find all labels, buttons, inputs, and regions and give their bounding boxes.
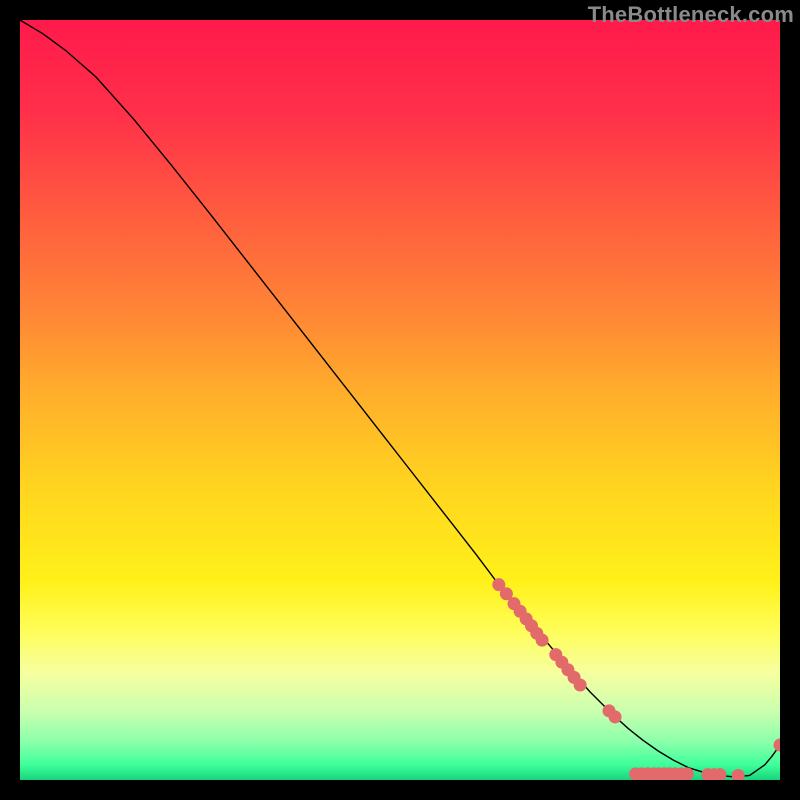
gradient-background — [20, 20, 780, 780]
highlight-dot — [681, 767, 694, 780]
bottleneck-chart — [20, 20, 780, 780]
highlight-dot — [574, 679, 587, 692]
chart-stage: TheBottleneck.com — [0, 0, 800, 800]
highlight-dot — [609, 710, 622, 723]
highlight-dot — [536, 634, 549, 647]
watermark-label: TheBottleneck.com — [588, 2, 794, 28]
